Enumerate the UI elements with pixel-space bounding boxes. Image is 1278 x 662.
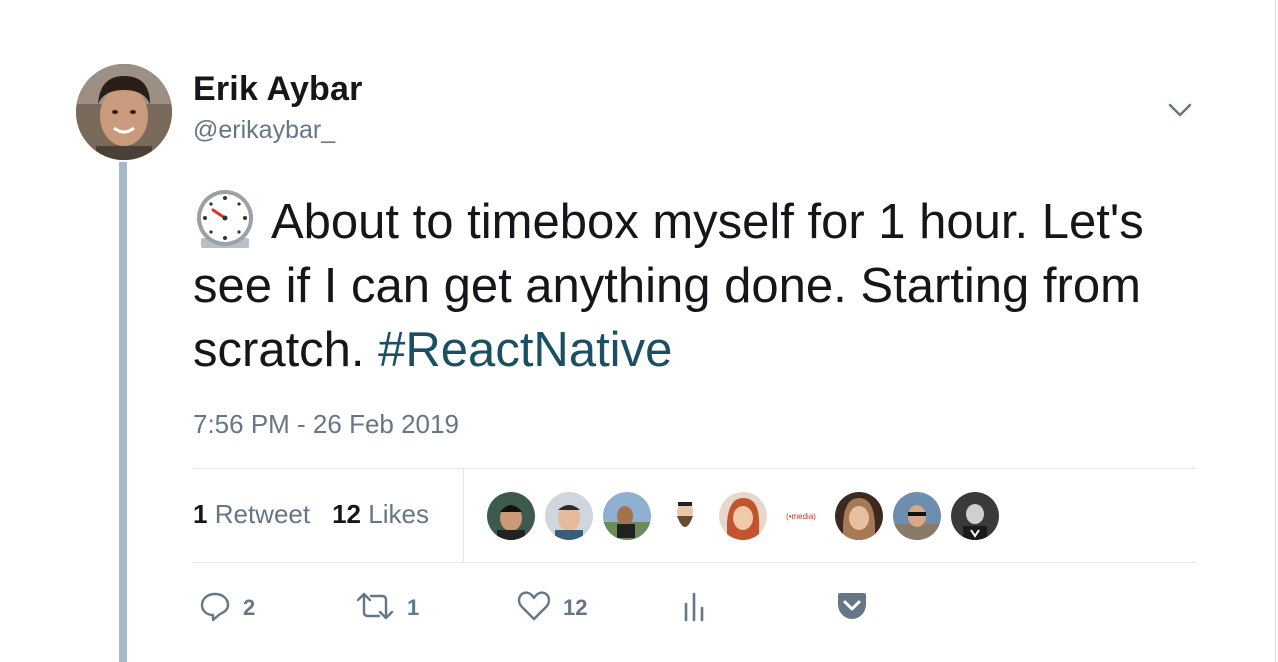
tweet-text: About to timebox myself for 1 hour. Let'…: [193, 186, 1193, 382]
avatar[interactable]: [76, 64, 172, 160]
liker-avatar[interactable]: [835, 492, 883, 540]
liker-avatar[interactable]: [893, 492, 941, 540]
divider-bottom: [193, 562, 1196, 563]
stats-divider: [463, 469, 464, 562]
reply-icon: [199, 590, 231, 627]
timestamp[interactable]: 7:56 PM - 26 Feb 2019: [193, 409, 459, 440]
edge-divider: [1275, 0, 1276, 662]
retweets-count: 1: [193, 499, 208, 529]
liker-avatar[interactable]: (•media): [777, 492, 825, 540]
retweets-label: Retweet: [214, 499, 311, 529]
tweet-page: Erik Aybar @erikaybar_ About to timebox …: [0, 0, 1278, 662]
pocket-button[interactable]: [835, 588, 869, 628]
divider-top: [193, 468, 1196, 469]
likes-label: Likes: [368, 499, 429, 529]
reply-count: 2: [243, 595, 256, 620]
engagement-stats: 1 Retweet 12 Likes: [193, 499, 429, 530]
chevron-down-icon[interactable]: [1164, 96, 1196, 124]
reply-button[interactable]: 2: [199, 588, 255, 628]
likes-stat[interactable]: 12 Likes: [332, 499, 429, 529]
tweet-actions: 2 1 12: [193, 588, 1196, 628]
author-handle[interactable]: @erikaybar_: [193, 116, 335, 145]
liker-6-text: (•media): [786, 512, 816, 521]
hashtag-link[interactable]: #ReactNative: [378, 323, 672, 377]
thread-line: [119, 162, 127, 662]
alarm-clock-icon: [193, 186, 257, 250]
liker-avatar[interactable]: [719, 492, 767, 540]
heart-icon: [517, 590, 551, 627]
liker-avatar[interactable]: [951, 492, 999, 540]
author-name[interactable]: Erik Aybar: [193, 70, 363, 109]
like-count: 12: [563, 595, 588, 620]
analytics-button[interactable]: [681, 588, 707, 628]
retweet-button[interactable]: 1: [355, 588, 419, 628]
liker-avatar[interactable]: [545, 492, 593, 540]
retweets-stat[interactable]: 1 Retweet: [193, 499, 310, 529]
pocket-icon: [835, 590, 869, 627]
retweet-count: 1: [407, 595, 420, 620]
liker-avatar[interactable]: [661, 492, 709, 540]
retweet-icon: [355, 590, 395, 627]
liker-avatar[interactable]: [603, 492, 651, 540]
likes-count: 12: [332, 499, 362, 529]
like-button[interactable]: 12: [517, 588, 587, 628]
analytics-icon: [681, 590, 707, 627]
liker-avatar[interactable]: [487, 492, 535, 540]
